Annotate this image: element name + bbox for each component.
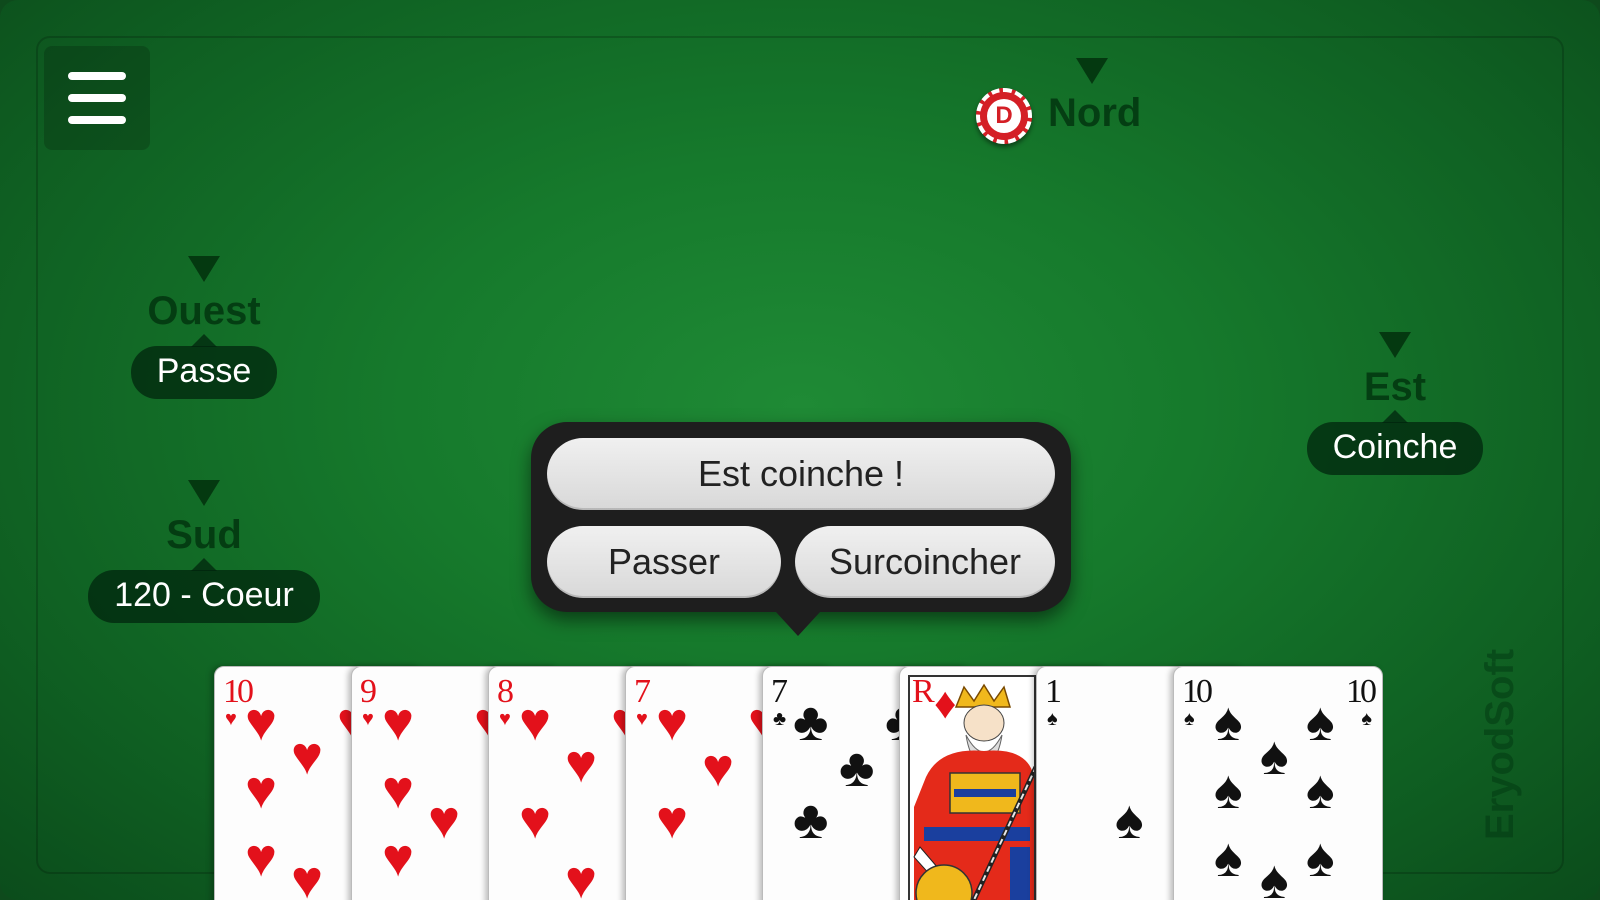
bid-bubble-west: Passe <box>130 334 278 399</box>
bid-dialog: Est coinche ! Passer Surcoincher <box>531 422 1071 636</box>
turn-arrow-icon <box>1076 58 1108 84</box>
game-table: D Nord Ouest Passe Est Coinche Sud 120 -… <box>0 0 1600 900</box>
player-name-west: Ouest <box>147 289 261 333</box>
player-name-north: Nord <box>1048 91 1142 135</box>
heart-icon: ♥ <box>499 708 511 730</box>
spade-icon: ♠ <box>1047 708 1058 730</box>
spade-icon: ♠ <box>1306 692 1335 752</box>
card-rank: 1 <box>1045 673 1062 710</box>
heart-icon: ♥ <box>636 708 648 730</box>
heart-icon: ♥ <box>565 850 598 900</box>
heart-icon: ♥ <box>428 790 461 850</box>
card-rank: 7 <box>771 673 788 710</box>
heart-icon: ♥ <box>382 828 415 888</box>
heart-icon: ♥ <box>362 708 374 730</box>
heart-icon: ♥ <box>382 760 415 820</box>
spade-icon: ♠ <box>1306 760 1335 820</box>
hamburger-menu-icon <box>68 72 126 80</box>
bid-bubble-east: Coinche <box>1306 410 1484 475</box>
club-icon: ♣ <box>839 738 875 798</box>
card-rank: 7 <box>634 673 651 710</box>
player-hand: 10 ♥ ♥ ♥ ♥ ♥ ♥ ♥ 9 ♥ ♥ ♥ ♥ ♥ ♥ 8 ♥ ♥ ♥ ♥… <box>214 666 1386 900</box>
card-rank-right: 10 <box>1346 673 1377 710</box>
turn-arrow-icon <box>188 256 220 282</box>
heart-icon: ♥ <box>656 790 689 850</box>
card-rank: 10 <box>1182 673 1213 710</box>
heart-icon: ♥ <box>291 850 324 900</box>
dealer-badge-label: D <box>987 99 1021 133</box>
surcoinche-button[interactable]: Surcoincher <box>795 526 1055 598</box>
heart-icon: ♥ <box>245 760 278 820</box>
bid-bubble-south: 120 - Coeur <box>88 558 320 623</box>
dealer-chip-icon: D <box>976 88 1032 144</box>
spade-icon: ♠ <box>1260 850 1289 900</box>
heart-icon: ♥ <box>519 790 552 850</box>
player-west: Ouest Passe <box>124 256 284 399</box>
turn-arrow-icon <box>188 480 220 506</box>
est-coinche-button[interactable]: Est coinche ! <box>547 438 1055 510</box>
spade-icon: ♠ <box>1214 692 1243 752</box>
turn-arrow-icon <box>1379 332 1411 358</box>
club-icon: ♣ <box>793 692 829 752</box>
heart-icon: ♥ <box>702 738 735 798</box>
player-name-south: Sud <box>166 513 242 557</box>
spade-icon: ♠ <box>1214 760 1243 820</box>
heart-icon: ♥ <box>245 828 278 888</box>
spade-icon: ♠ <box>1184 708 1195 730</box>
king-figure-icon <box>910 677 1034 900</box>
diamond-icon: ♦ <box>934 679 957 728</box>
card-rank: 8 <box>497 673 514 710</box>
spade-icon: ♠ <box>1115 790 1144 850</box>
spade-icon: ♠ <box>1361 708 1372 730</box>
heart-icon: ♥ <box>656 692 689 752</box>
club-icon: ♣ <box>793 790 829 850</box>
hamburger-menu-icon-line <box>68 94 126 102</box>
player-name-east: Est <box>1363 365 1427 409</box>
card[interactable]: 10 ♠ 10 ♠ ♠ ♠ ♠ ♠ ♠ ♠ ♠ ♠ <box>1173 666 1383 900</box>
player-north: D Nord <box>976 56 1166 156</box>
club-icon: ♣ <box>773 708 787 730</box>
heart-icon: ♥ <box>565 734 598 794</box>
menu-button[interactable] <box>44 46 150 150</box>
hamburger-menu-icon-line <box>68 116 126 124</box>
card-rank-overlay: R <box>912 673 935 710</box>
heart-icon: ♥ <box>245 692 278 752</box>
heart-icon: ♥ <box>382 692 415 752</box>
heart-icon: ♥ <box>519 692 552 752</box>
pass-button[interactable]: Passer <box>547 526 781 598</box>
heart-icon: ♥ <box>291 726 324 786</box>
player-east: Est Coinche <box>1300 332 1490 475</box>
eryodsoft-watermark: EryodSoft <box>1478 648 1522 840</box>
heart-icon: ♥ <box>225 708 237 730</box>
player-south: Sud 120 - Coeur <box>84 480 324 623</box>
spade-icon: ♠ <box>1306 828 1335 888</box>
spade-icon: ♠ <box>1214 828 1243 888</box>
spade-icon: ♠ <box>1260 726 1289 786</box>
card-rank: 9 <box>360 673 377 710</box>
